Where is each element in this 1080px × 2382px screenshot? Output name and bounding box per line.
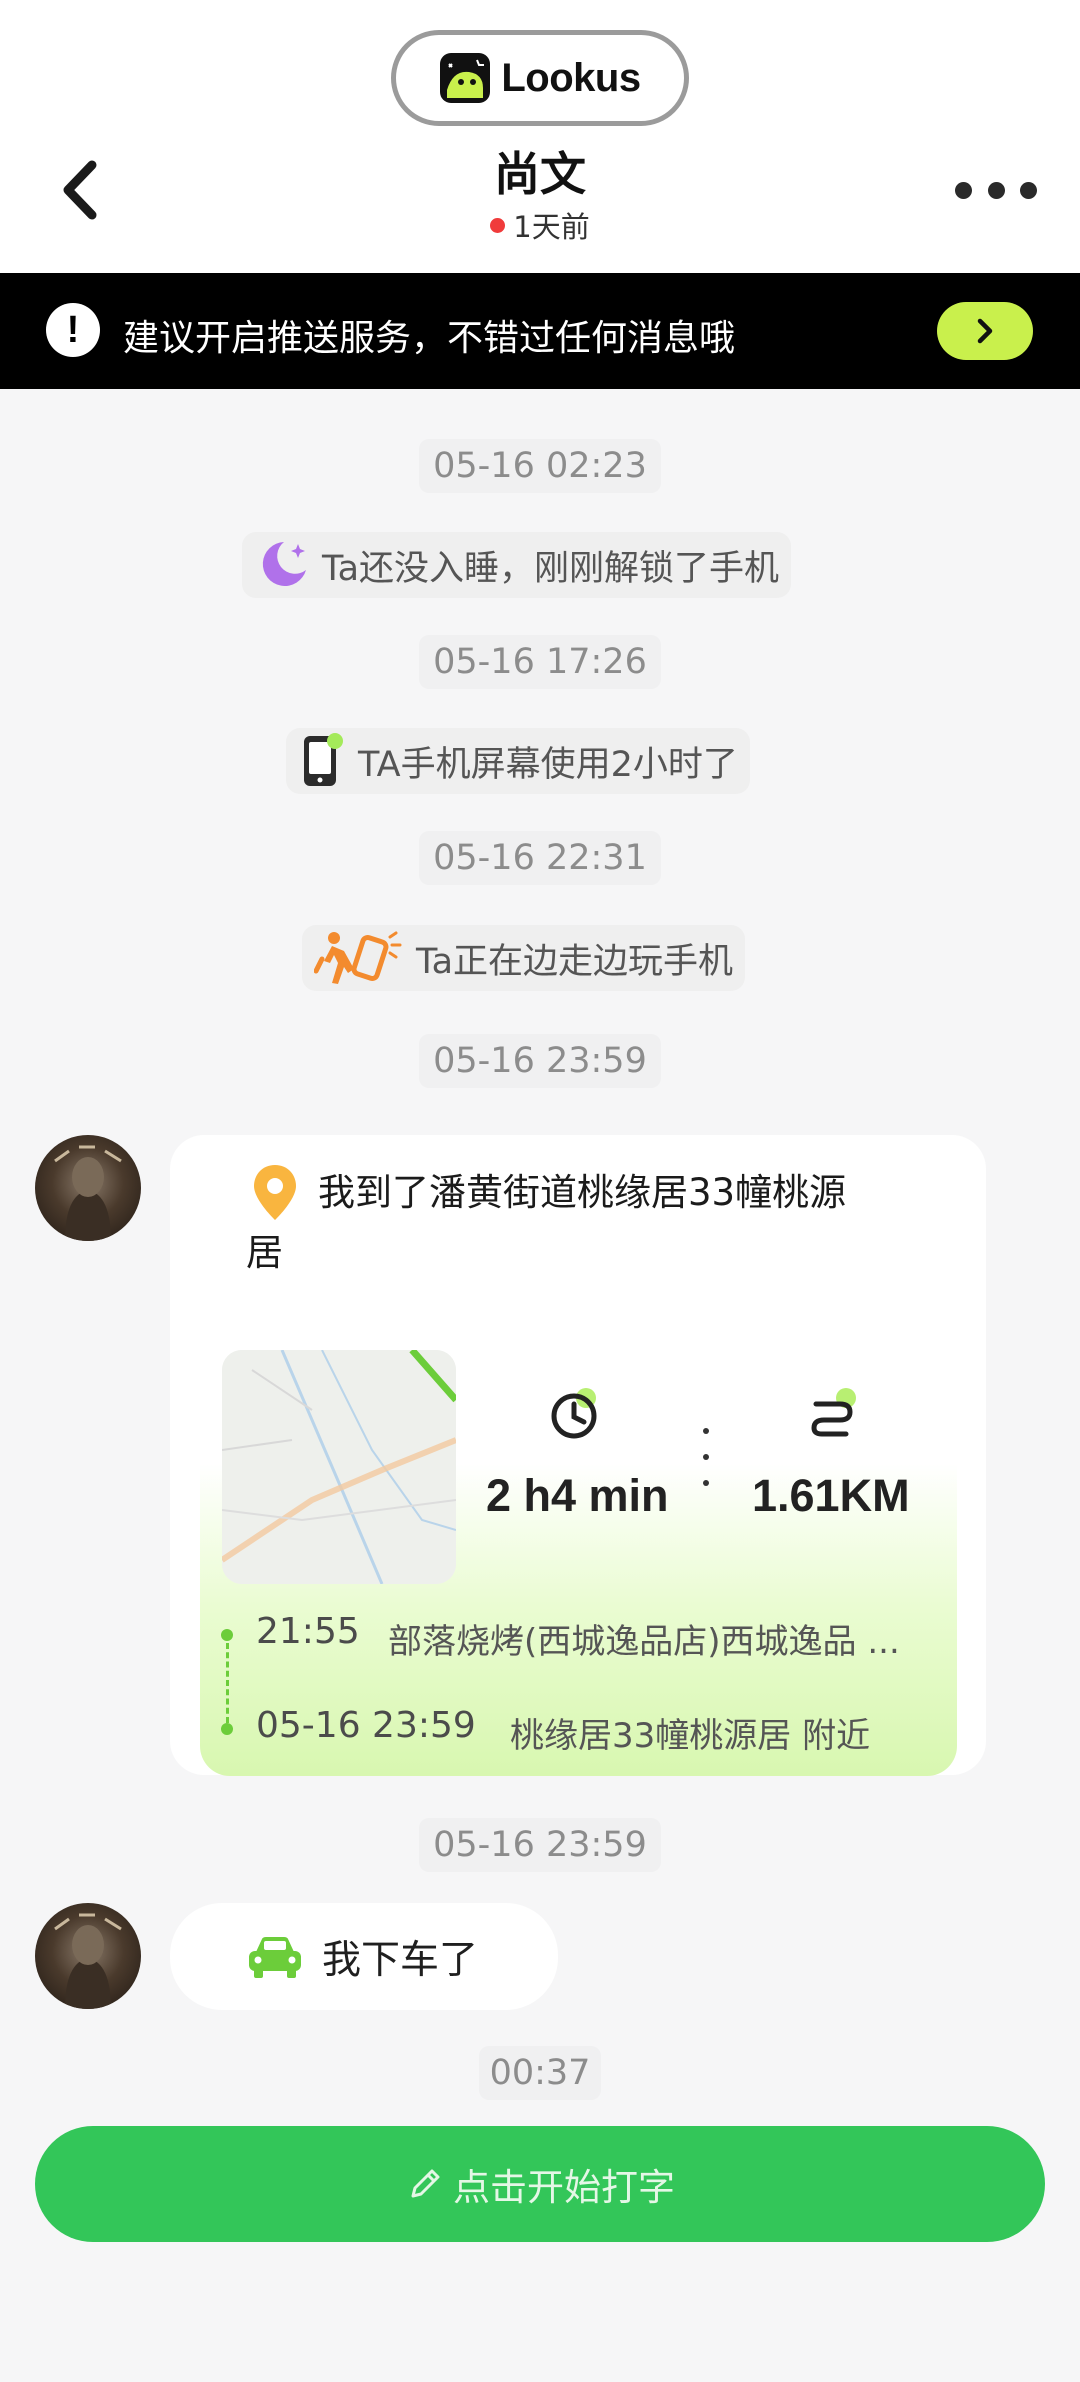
event-walking-phone: Ta正在边走边玩手机 xyxy=(302,925,746,991)
timestamp: 05-16 22:31 xyxy=(419,831,661,885)
avatar-image xyxy=(54,1145,122,1241)
avatar-image xyxy=(54,1913,122,2009)
route-icon xyxy=(811,1388,856,1437)
compose-button[interactable]: 点击开始打字 xyxy=(35,2126,1045,2242)
map-thumbnail[interactable] xyxy=(222,1350,456,1584)
lookus-logo-icon xyxy=(440,53,491,103)
map-image xyxy=(222,1350,456,1584)
event-text: Ta正在边走边玩手机 xyxy=(416,941,734,982)
chevron-right-icon xyxy=(977,318,993,344)
push-notification-banner[interactable]: ! 建议开启推送服务，不错过任何消息哦 xyxy=(0,273,1080,389)
last-seen-text: 1天前 xyxy=(513,210,590,244)
more-dot xyxy=(987,181,1005,199)
event-text: Ta还没入睡，刚刚解锁了手机 xyxy=(322,548,780,589)
timestamp: 05-16 17:26 xyxy=(419,635,661,689)
location-title: 我到了潘黄街道桃缘居33幢桃源居 xyxy=(246,1171,847,1274)
car-icon xyxy=(249,1936,301,1978)
compose-placeholder: 点击开始打字 xyxy=(453,2166,675,2209)
event-phone-unlocked: Ta还没入睡，刚刚解锁了手机 xyxy=(242,532,792,598)
more-button[interactable] xyxy=(955,170,1037,210)
distance-value: 1.61KM xyxy=(752,1470,910,1521)
car-event-text: 我下车了 xyxy=(322,1937,479,1983)
contact-avatar[interactable] xyxy=(35,1903,141,2009)
contact-name: 尚文 xyxy=(494,147,586,201)
route-end-place: 桃缘居33幢桃源居 附近 xyxy=(510,1716,871,1756)
banner-text: 建议开启推送服务，不错过任何消息哦 xyxy=(123,318,736,359)
timestamp: 05-16 23:59 xyxy=(419,1818,661,1872)
event-text: TA手机屏幕使用2小时了 xyxy=(358,744,738,785)
last-seen-status: 1天前 xyxy=(340,204,740,246)
clock-icon xyxy=(551,1388,597,1439)
route-start-place: 部落烧烤(西城逸品店)西城逸品 ... xyxy=(388,1622,900,1662)
route-connector xyxy=(226,1643,229,1723)
more-dot xyxy=(955,181,972,199)
status-dot xyxy=(490,217,506,233)
brand-badge: Lookus xyxy=(391,30,689,126)
alert-icon: ! xyxy=(46,303,100,357)
timestamp: 05-16 23:59 xyxy=(419,1034,661,1088)
route-start-dot xyxy=(221,1629,233,1641)
timestamp: 05-16 02:23 xyxy=(419,439,661,493)
route-start-time: 21:55 xyxy=(256,1611,360,1652)
brand-name: Lookus xyxy=(501,55,641,100)
duration-value: 2 h4 min xyxy=(486,1470,669,1521)
moon-icon xyxy=(262,542,306,586)
more-dot xyxy=(1020,181,1037,199)
route-end-time: 05-16 23:59 xyxy=(256,1705,476,1746)
car-event-message[interactable]: 我下车了 xyxy=(170,1903,558,2010)
timestamp: 00:37 xyxy=(479,2046,601,2100)
stat-divider xyxy=(703,1428,709,1486)
header: Lookus 尚文 1天前 xyxy=(0,0,1080,273)
phone-icon xyxy=(304,733,343,786)
banner-go-button[interactable] xyxy=(937,302,1033,360)
event-screen-time: TA手机屏幕使用2小时了 xyxy=(286,728,750,794)
back-button[interactable] xyxy=(50,155,110,225)
contact-avatar[interactable] xyxy=(35,1135,141,1241)
walking-phone-icon xyxy=(314,931,402,984)
route-end-dot xyxy=(221,1723,233,1735)
pencil-icon xyxy=(411,2169,440,2198)
